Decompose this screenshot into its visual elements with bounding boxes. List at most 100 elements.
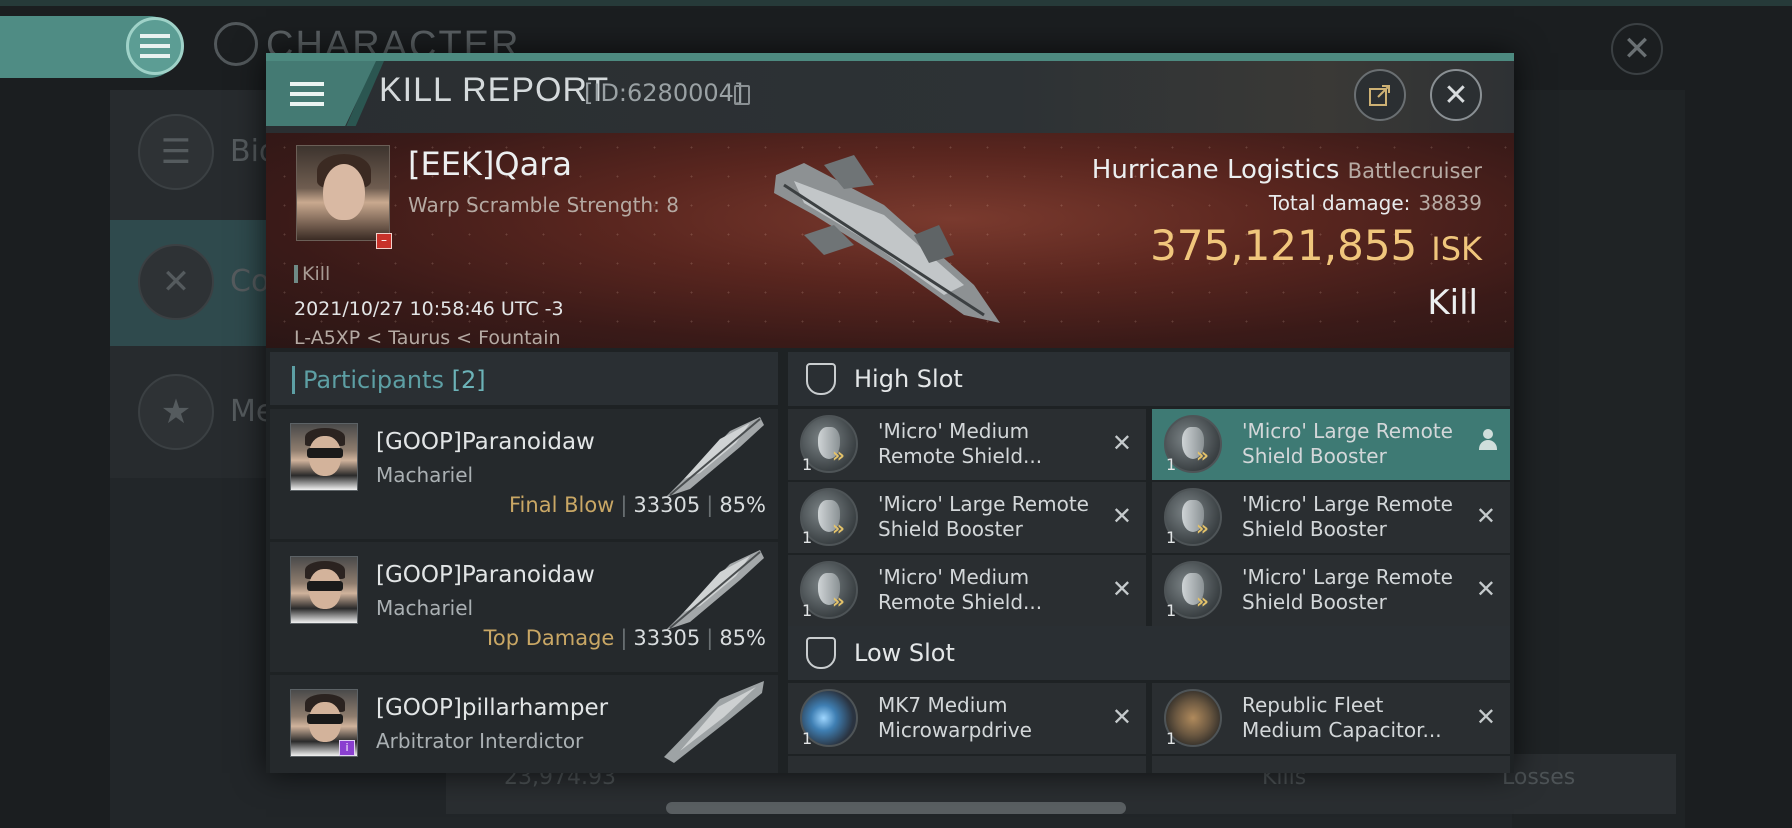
sidebar-item-medals[interactable]: ★ Me — [110, 350, 274, 476]
module-item[interactable]: » 1 'Micro' Medium Remote Shield... ✕ — [788, 409, 1146, 480]
high-slot-header: High Slot — [788, 352, 1510, 406]
victim-name[interactable]: [EEK]Qara — [408, 145, 572, 183]
participant-damage: 33305 — [633, 493, 701, 517]
destroyed-icon: ✕ — [1111, 429, 1132, 457]
destroyed-icon: ✕ — [1475, 575, 1496, 603]
isk-unit: ISK — [1431, 230, 1482, 268]
participant-ship: Machariel — [376, 463, 474, 487]
module-item[interactable] — [1152, 756, 1510, 773]
info-badge-icon: i — [339, 740, 355, 756]
main-menu-button[interactable] — [126, 17, 184, 75]
participant-tag: Final Blow — [509, 493, 615, 517]
module-item[interactable]: 1 MK7 Medium Microwarpdrive ✕ — [788, 683, 1146, 754]
participant-damage: 33305 — [633, 626, 701, 650]
module-quantity: 1 — [802, 729, 813, 748]
share-icon — [1369, 85, 1390, 106]
module-quantity: 1 — [802, 601, 813, 620]
screen-close-button[interactable]: ✕ — [1611, 23, 1663, 75]
module-quantity: 1 — [1166, 455, 1177, 474]
kill-datetime: 2021/10/27 10:58:46 UTC -3 — [294, 298, 564, 320]
participant-row[interactable]: [GOOP]Paranoidaw Machariel Top Damage | 33… — [270, 542, 778, 672]
high-slot-title: High Slot — [854, 365, 963, 393]
participant-percent: 85% — [719, 493, 766, 517]
module-quantity: 1 — [802, 455, 813, 474]
copy-icon[interactable] — [734, 85, 750, 105]
module-item[interactable] — [788, 756, 1146, 773]
participant-stats: Final Blow | 33305 | 85% — [509, 493, 766, 517]
participant-name[interactable]: [GOOP]Paranoidaw — [376, 429, 595, 455]
module-item[interactable]: » 1 'Micro' Large Remote Shield Booster — [1152, 409, 1510, 480]
report-id: [ID:6280004] — [584, 79, 744, 107]
low-slot-header: Low Slot — [788, 626, 1510, 680]
participant-row[interactable]: i [GOOP]pillarhamper Arbitrator Interdic… — [270, 675, 778, 773]
victim-banner: – [EEK]Qara Warp Scramble Strength: 8 Ki… — [266, 133, 1514, 348]
security-status-icon: – — [376, 233, 392, 249]
kill-report-dialog: KILL REPORT [ID:6280004] ✕ – [EEK]Qara W… — [266, 53, 1514, 773]
module-name: 'Micro' Large Remote Shield Booster — [1242, 565, 1453, 614]
character-logo-icon — [214, 22, 258, 66]
destroyed-icon: ✕ — [1111, 703, 1132, 731]
victim-ship-class: Battlecruiser — [1347, 159, 1482, 183]
destroyed-icon: ✕ — [1475, 703, 1496, 731]
participants-count: [2] — [451, 366, 486, 394]
victim-ship-name[interactable]: Hurricane Logistics — [1092, 155, 1340, 185]
participant-name[interactable]: [GOOP]Paranoidaw — [376, 562, 595, 588]
dialog-title: KILL REPORT — [379, 71, 610, 109]
right-column — [1512, 90, 1685, 828]
sidebar-item-label: Co — [230, 264, 270, 299]
menu-icon — [140, 34, 170, 58]
module-name: 'Micro' Large Remote Shield Booster — [1242, 419, 1453, 468]
module-quantity: 1 — [1166, 601, 1177, 620]
kill-result: Kill — [1427, 283, 1478, 323]
dialog-accent-line — [266, 53, 1514, 61]
kill-location[interactable]: L-A5XP < Taurus < Fountain — [294, 327, 561, 348]
sidebar-item-combat[interactable]: ✕ Co — [110, 220, 270, 346]
destroyed-icon: ✕ — [1111, 502, 1132, 530]
total-damage-line: Total damage: 38839 — [1269, 191, 1482, 215]
participant-portrait[interactable] — [290, 423, 358, 491]
high-slot-icon — [806, 363, 836, 395]
total-damage-label: Total damage: — [1268, 191, 1411, 215]
module-quantity: 1 — [802, 528, 813, 547]
destroyed-icon: ✕ — [1111, 575, 1132, 603]
module-item[interactable]: » 1 'Micro' Large Remote Shield Booster … — [788, 482, 1146, 553]
participant-ship: Machariel — [376, 596, 474, 620]
participant-ship-image — [664, 681, 764, 763]
participant-percent: 85% — [719, 626, 766, 650]
warp-scramble-strength: Warp Scramble Strength: 8 — [408, 193, 679, 217]
menu-icon — [290, 81, 324, 106]
horizontal-scrollbar[interactable] — [666, 802, 1126, 814]
share-button[interactable] — [1354, 69, 1406, 121]
module-name: 'Micro' Large Remote Shield Booster — [1242, 492, 1453, 541]
dialog-close-button[interactable]: ✕ — [1430, 69, 1482, 121]
module-quantity: 1 — [1166, 729, 1177, 748]
participant-portrait[interactable]: i — [290, 689, 358, 757]
participant-ship-image — [666, 550, 764, 630]
destroyed-icon: ✕ — [1475, 502, 1496, 530]
top-status-bar — [0, 0, 1792, 6]
participants-header: Participants [2] — [270, 352, 778, 405]
module-item[interactable]: » 1 'Micro' Large Remote Shield Booster … — [1152, 482, 1510, 553]
module-name: 'Micro' Medium Remote Shield... — [878, 565, 1043, 614]
module-item[interactable]: » 1 'Micro' Large Remote Shield Booster … — [1152, 555, 1510, 626]
participant-ship-image — [666, 417, 764, 497]
list-icon: ☰ — [138, 114, 214, 190]
isk-value: 375,121,855 — [1150, 221, 1418, 270]
isk-value-line: 375,121,855 ISK — [1150, 221, 1482, 270]
module-name: 'Micro' Large Remote Shield Booster — [878, 492, 1089, 541]
star-icon: ★ — [138, 374, 214, 450]
sidebar-item-bio[interactable]: ☰ Bio — [110, 90, 277, 216]
swords-icon: ✕ — [138, 244, 214, 320]
victim-ship-image[interactable] — [764, 145, 1014, 335]
dropped-user-icon — [1478, 429, 1498, 455]
participant-name[interactable]: [GOOP]pillarhamper — [376, 695, 608, 721]
close-icon: ✕ — [1443, 77, 1469, 113]
low-slot-icon — [806, 637, 836, 669]
participants-label: Participants — [303, 366, 444, 394]
participant-row[interactable]: [GOOP]Paranoidaw Machariel Final Blow | 33… — [270, 409, 778, 539]
victim-portrait[interactable] — [296, 145, 390, 241]
module-name: Republic Fleet Medium Capacitor... — [1242, 693, 1442, 742]
module-item[interactable]: 1 Republic Fleet Medium Capacitor... ✕ — [1152, 683, 1510, 754]
participant-portrait[interactable] — [290, 556, 358, 624]
module-item[interactable]: » 1 'Micro' Medium Remote Shield... ✕ — [788, 555, 1146, 626]
